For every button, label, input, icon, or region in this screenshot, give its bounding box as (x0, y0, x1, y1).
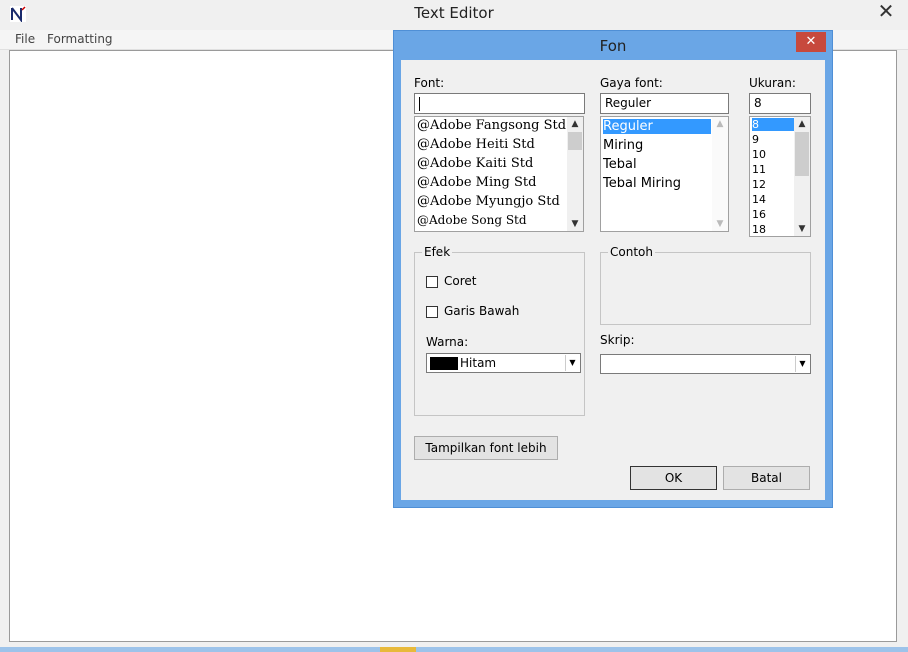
color-value: Hitam (460, 356, 497, 370)
show-more-fonts-button[interactable]: Tampilkan font lebih (414, 436, 558, 460)
chevron-down-icon[interactable]: ▼ (565, 355, 579, 371)
size-label: Ukuran: (749, 76, 796, 90)
scroll-down-icon[interactable]: ▼ (712, 217, 728, 231)
font-size-list[interactable]: 8 9 10 11 12 14 16 18 ▲ ▼ (749, 116, 811, 237)
color-dropdown[interactable]: Hitam ▼ (426, 353, 581, 373)
menu-file[interactable]: File (15, 32, 35, 46)
ok-button[interactable]: OK (630, 466, 717, 490)
scroll-up-icon[interactable]: ▲ (567, 117, 583, 131)
font-label: Font: (414, 76, 445, 90)
font-list-item[interactable]: @Adobe Song Std (417, 213, 527, 227)
font-name-input[interactable] (414, 93, 585, 114)
underline-label: Garis Bawah (444, 304, 520, 318)
taskbar-segment (380, 647, 416, 652)
scroll-up-icon[interactable]: ▲ (712, 117, 728, 131)
font-size-item[interactable]: 9 (752, 133, 759, 146)
chevron-down-icon[interactable]: ▼ (795, 356, 809, 372)
dialog-close-button[interactable]: ✕ (796, 32, 826, 52)
font-style-list[interactable]: Reguler Miring Tebal Tebal Miring ▲ ▼ (600, 116, 729, 232)
scroll-thumb[interactable] (568, 132, 582, 150)
text-caret (419, 96, 420, 111)
font-style-item[interactable]: Reguler (603, 119, 711, 134)
scroll-down-icon[interactable]: ▼ (567, 217, 583, 231)
font-list-item[interactable]: @Adobe Ming Std (417, 175, 536, 190)
effects-group-label: Efek (422, 245, 453, 259)
strikeout-label: Coret (444, 274, 477, 288)
font-style-item[interactable]: Tebal Miring (603, 176, 681, 191)
font-style-item[interactable]: Tebal (603, 157, 637, 172)
font-style-item[interactable]: Miring (603, 138, 643, 153)
font-size-item[interactable]: 10 (752, 148, 766, 161)
underline-checkbox[interactable] (426, 306, 438, 318)
font-size-item[interactable]: 11 (752, 163, 766, 176)
color-label: Warna: (426, 335, 469, 349)
sample-group-label: Contoh (608, 245, 655, 259)
font-list-scrollbar[interactable]: ▲ ▼ (567, 117, 583, 231)
font-size-scrollbar[interactable]: ▲ ▼ (794, 117, 810, 236)
dialog-title: Fon (599, 37, 627, 55)
effects-group: Efek Coret Garis Bawah Warna: Hitam ▼ (414, 245, 585, 416)
font-dialog: Fon ✕ Font: @Adobe Fangsong Std @Adobe H… (393, 30, 833, 508)
app-title: Text Editor (414, 4, 494, 22)
font-style-scrollbar[interactable]: ▲ ▼ (712, 117, 728, 231)
font-style-input[interactable]: Reguler (600, 93, 729, 114)
cancel-button[interactable]: Batal (723, 466, 810, 490)
font-list-item[interactable]: @Adobe Myungjo Std (417, 194, 560, 209)
font-size-item[interactable]: 8 (752, 118, 794, 131)
scroll-thumb[interactable] (795, 132, 809, 176)
font-size-item[interactable]: 12 (752, 178, 766, 191)
sample-group: Contoh (600, 245, 811, 325)
app-close-button[interactable]: ✕ (868, 0, 904, 24)
font-size-item[interactable]: 14 (752, 193, 766, 206)
menu-formatting[interactable]: Formatting (47, 32, 113, 46)
taskbar-strip (0, 647, 908, 652)
strikeout-checkbox[interactable] (426, 276, 438, 288)
script-label: Skrip: (600, 333, 635, 347)
font-size-input[interactable]: 8 (749, 93, 811, 114)
font-size-item[interactable]: 16 (752, 208, 766, 221)
style-label: Gaya font: (600, 76, 663, 90)
font-list-item[interactable]: @Adobe Kaiti Std (417, 156, 533, 171)
font-size-item[interactable]: 18 (752, 223, 766, 236)
font-list-item[interactable]: @Adobe Heiti Std (417, 137, 535, 152)
font-list-item[interactable]: @Adobe Fangsong Std (417, 118, 566, 133)
script-dropdown[interactable]: ▼ (600, 354, 811, 374)
dialog-client-area: Font: @Adobe Fangsong Std @Adobe Heiti S… (401, 60, 825, 500)
font-list[interactable]: @Adobe Fangsong Std @Adobe Heiti Std @Ad… (414, 116, 584, 232)
scroll-up-icon[interactable]: ▲ (794, 117, 810, 131)
color-swatch (430, 357, 458, 370)
scroll-down-icon[interactable]: ▼ (794, 222, 810, 236)
